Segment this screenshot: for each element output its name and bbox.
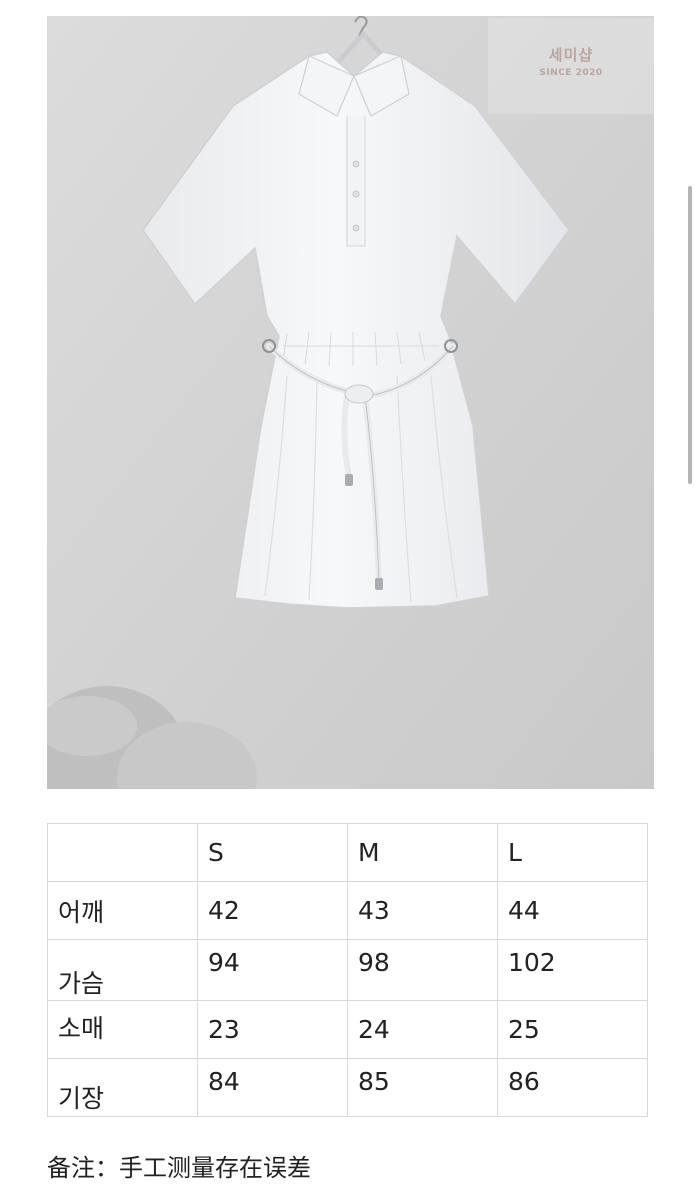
table-cell: 85	[347, 1058, 498, 1117]
table-row: 소매 23 24 25	[47, 1000, 648, 1059]
measurement-note: 备注：手工测量存在误差	[47, 1154, 311, 1182]
watermark-since-text: SINCE 2020	[539, 68, 603, 78]
table-header-cell: M	[347, 823, 498, 882]
table-header-cell: L	[497, 823, 648, 882]
table-cell: 44	[497, 881, 648, 940]
table-row-label: 기장	[47, 1058, 198, 1117]
watermark-brand-text: 세미샵	[548, 46, 594, 64]
table-header-row: S M L	[47, 823, 648, 882]
table-header-cell	[47, 823, 198, 882]
table-row: 기장 84 85 86	[47, 1058, 648, 1117]
table-cell: 23	[197, 1000, 348, 1059]
table-row-label: 가슴	[47, 939, 198, 1001]
scrollbar[interactable]	[688, 186, 692, 484]
table-cell: 43	[347, 881, 498, 940]
table-cell: 86	[497, 1058, 648, 1117]
white-shirt-dress-image	[47, 16, 654, 789]
table-header-cell: S	[197, 823, 348, 882]
table-cell: 84	[197, 1058, 348, 1117]
table-row: 어깨 42 43 44	[47, 881, 648, 940]
table-row-label: 소매	[47, 1000, 198, 1059]
table-cell: 42	[197, 881, 348, 940]
table-row-label: 어깨	[47, 881, 198, 940]
product-photo[interactable]: 세미샵 SINCE 2020	[47, 16, 654, 789]
table-cell: 94	[197, 939, 348, 1001]
brand-watermark: 세미샵 SINCE 2020	[488, 18, 654, 114]
table-row: 가슴 94 98 102	[47, 939, 648, 1001]
table-cell: 98	[347, 939, 498, 1001]
size-chart-table: S M L 어깨 42 43 44 가슴 94 98 102 소매 23 24 …	[47, 823, 648, 1117]
table-cell: 102	[497, 939, 648, 1001]
table-cell: 25	[497, 1000, 648, 1059]
table-cell: 24	[347, 1000, 498, 1059]
